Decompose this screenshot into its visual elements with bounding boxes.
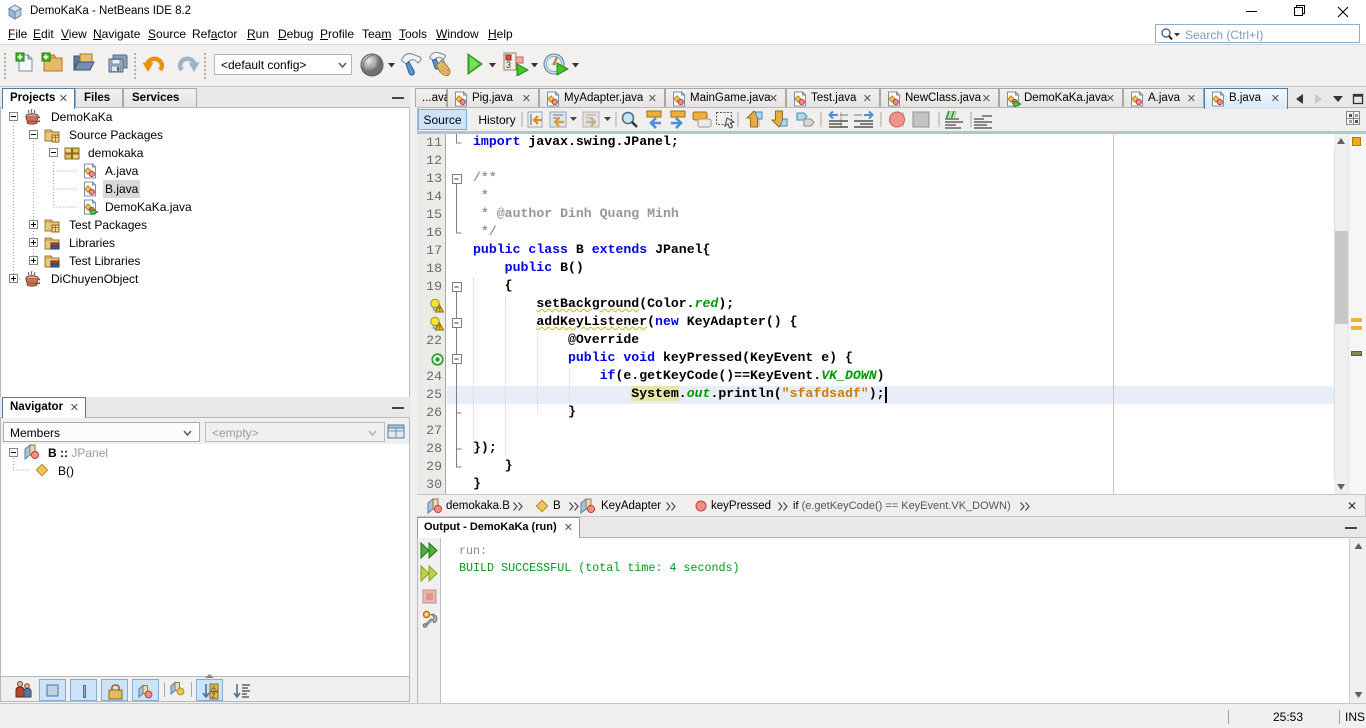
svg-text:3: 3 [506, 60, 511, 70]
svg-text:A: A [212, 685, 217, 692]
svg-text:!: ! [439, 325, 441, 331]
svg-text:Z: Z [212, 693, 216, 700]
svg-text:!: ! [439, 307, 441, 313]
